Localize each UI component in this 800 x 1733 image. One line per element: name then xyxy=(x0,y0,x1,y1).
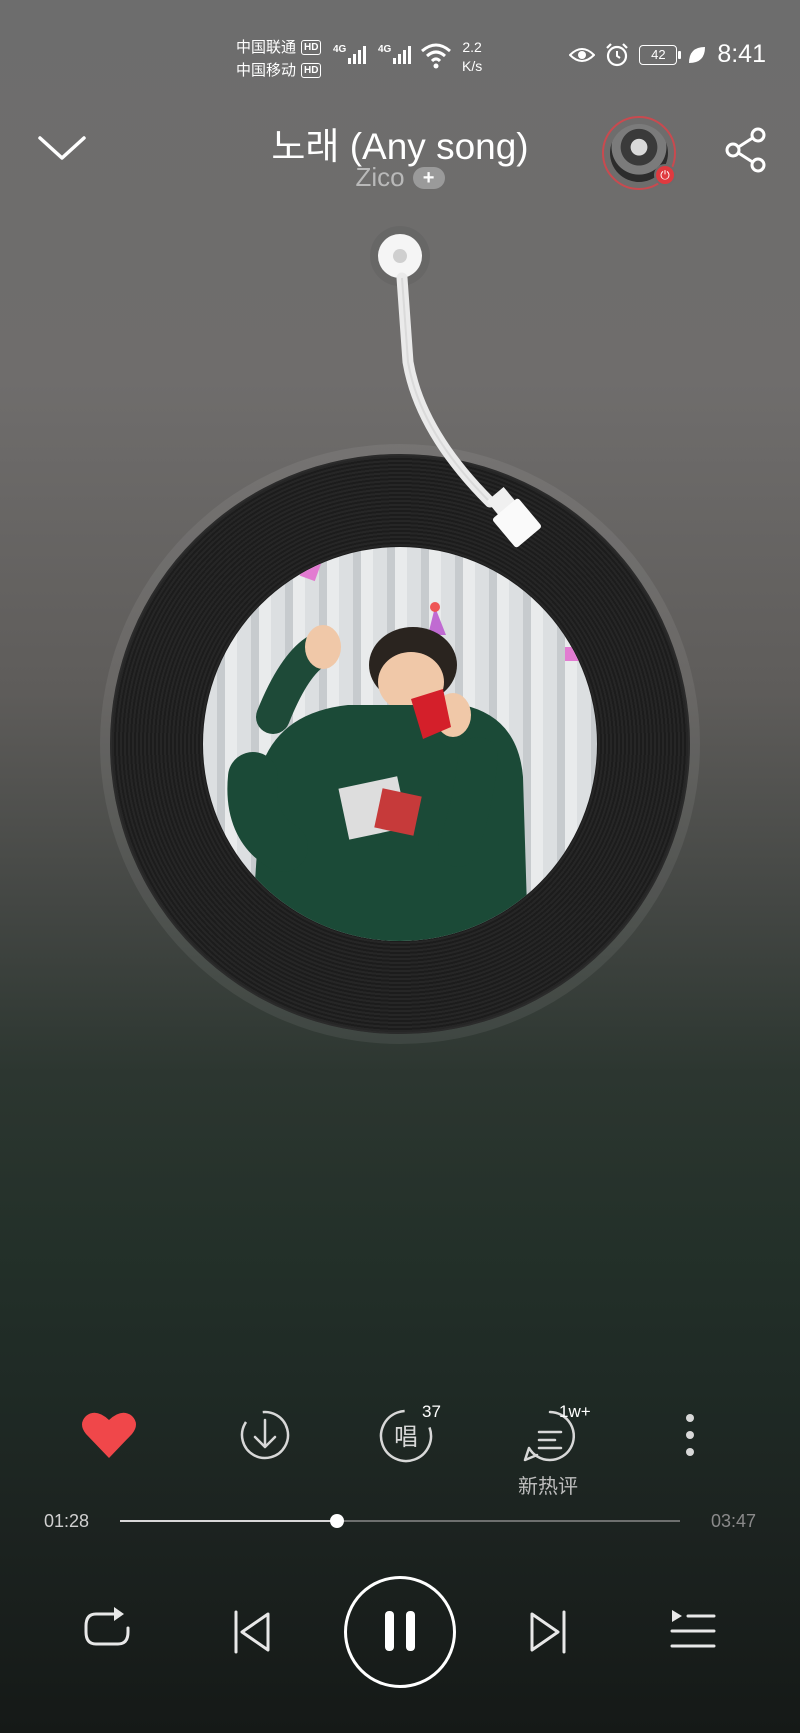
tonearm xyxy=(370,226,542,548)
system-icons: 42 8:41 xyxy=(569,40,766,69)
leaf-icon xyxy=(689,46,706,63)
eye-icon xyxy=(569,47,596,62)
pause-button[interactable] xyxy=(344,1576,456,1688)
sing-button[interactable]: 唱 37 xyxy=(370,1400,441,1470)
total-time: 03:47 xyxy=(710,1511,756,1531)
action-row: 唱 37 1w+ 新热评 xyxy=(0,1400,800,1500)
repeat-icon[interactable] xyxy=(80,1602,136,1658)
status-bar: 中国联通 HD 中国移动 HD 4G 4G 2.2 K/s 42 8:41 xyxy=(0,32,800,82)
comment-button[interactable]: 1w+ xyxy=(515,1400,591,1470)
heart-icon[interactable] xyxy=(74,1400,144,1470)
hd-badge: HD xyxy=(301,40,322,55)
carrier-info: 中国联通 HD 中国移动 HD xyxy=(236,36,322,82)
comment-count: 1w+ xyxy=(559,1402,591,1421)
current-time: 01:28 xyxy=(44,1511,90,1531)
battery-indicator: 42 xyxy=(639,44,682,65)
power-icon: ⏻ xyxy=(654,164,676,186)
network-type: 4G xyxy=(378,44,392,55)
network-speed: 2.2 K/s xyxy=(462,39,483,74)
artist-row: Zico + xyxy=(0,162,800,193)
seek-track[interactable] xyxy=(120,1514,680,1528)
artist-name[interactable]: Zico xyxy=(355,162,404,193)
signal-icon: 4G xyxy=(378,44,413,64)
svg-text:唱: 唱 xyxy=(394,1423,418,1451)
alarm-icon xyxy=(606,42,629,66)
more-vertical-icon[interactable] xyxy=(655,1400,725,1470)
carrier-2: 中国移动 xyxy=(236,62,297,79)
progress-bar: 01:28 03:47 xyxy=(0,1510,800,1534)
user-avatar-button[interactable]: ⏻ xyxy=(602,116,676,190)
hd-badge: HD xyxy=(301,63,322,78)
record-player xyxy=(0,200,800,1060)
playlist-icon[interactable] xyxy=(668,1604,718,1654)
music-player-screen: 中国联通 HD 中国移动 HD 4G 4G 2.2 K/s 42 8:41 노래… xyxy=(0,0,800,1733)
next-icon[interactable] xyxy=(524,1606,572,1658)
played-portion xyxy=(120,1520,338,1522)
carrier-1: 中国联通 xyxy=(236,39,297,56)
network-type: 4G xyxy=(333,44,347,55)
player-header: 노래 (Any song) Zico + ⏻ xyxy=(0,110,800,200)
sing-count: 37 xyxy=(422,1402,441,1421)
comment-label[interactable]: 新热评 xyxy=(498,1470,598,1499)
wifi-icon xyxy=(421,43,451,69)
signal-icon: 4G xyxy=(333,44,368,64)
download-icon[interactable] xyxy=(230,1400,300,1470)
album-art-illustration xyxy=(227,554,583,941)
status-time: 8:41 xyxy=(717,40,766,68)
follow-artist-button[interactable]: + xyxy=(412,166,445,189)
album-cover xyxy=(203,547,597,941)
previous-icon[interactable] xyxy=(228,1606,276,1658)
share-icon[interactable] xyxy=(722,126,770,174)
playback-controls xyxy=(0,1570,800,1690)
pause-icon xyxy=(385,1611,415,1651)
seek-knob[interactable] xyxy=(330,1514,345,1528)
